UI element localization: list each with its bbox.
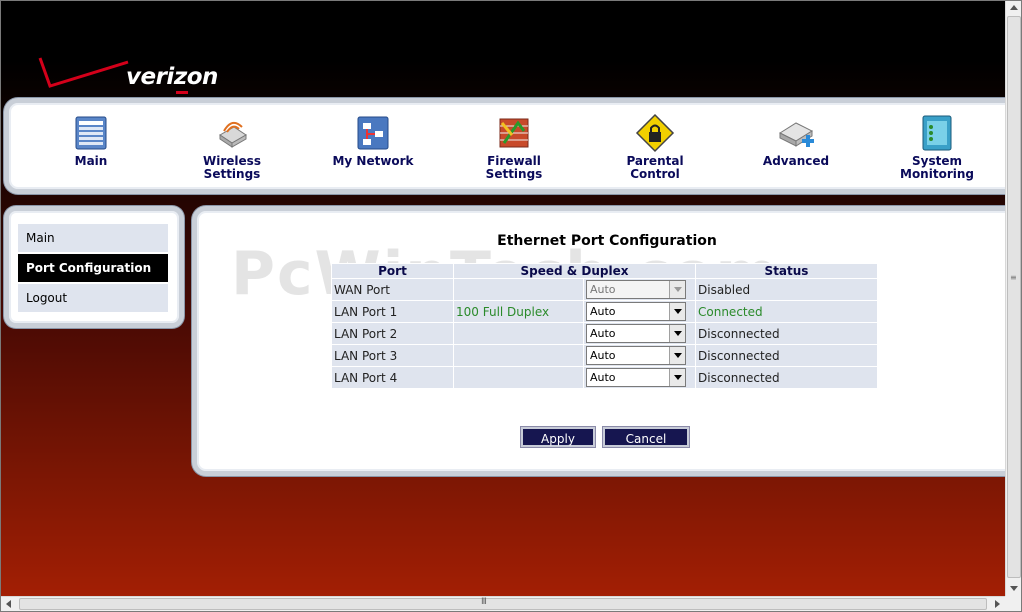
nav-parental-control[interactable]: Parental Control xyxy=(595,113,715,181)
nav-firewall-settings[interactable]: Firewall Settings xyxy=(454,113,574,181)
page-title: Ethernet Port Configuration xyxy=(497,233,717,249)
port-name: LAN Port 4 xyxy=(331,366,454,389)
chevron-down-icon xyxy=(669,281,685,298)
table-row: LAN Port 3 Auto Disconnected xyxy=(331,344,878,367)
scroll-right-icon[interactable] xyxy=(989,597,1005,612)
apply-button[interactable]: Apply xyxy=(521,427,595,447)
scroll-down-icon[interactable] xyxy=(1006,580,1022,596)
vertical-scrollbar[interactable]: ≡ xyxy=(1005,0,1022,596)
firewall-icon xyxy=(499,118,529,148)
horizontal-scrollbar[interactable]: III xyxy=(1,596,1005,611)
scroll-left-icon[interactable] xyxy=(1,597,17,612)
port-table: Port Speed & Duplex Status WAN Port Auto… xyxy=(331,263,878,389)
sidebar-item-main[interactable]: Main xyxy=(18,224,168,252)
wireless-icon xyxy=(219,121,247,148)
chevron-down-icon xyxy=(669,347,685,364)
port-status: Disconnected xyxy=(695,366,878,389)
scroll-grip-icon: ≡ xyxy=(1010,273,1017,282)
table-row: LAN Port 4 Auto Disconnected xyxy=(331,366,878,389)
vertical-scroll-thumb[interactable] xyxy=(1007,16,1021,578)
network-icon xyxy=(357,116,389,150)
monitor-icon xyxy=(922,115,952,151)
column-header-speed-duplex: Speed & Duplex xyxy=(453,263,696,279)
port-speed xyxy=(453,322,584,345)
column-header-port: Port xyxy=(331,263,454,279)
port-name: WAN Port xyxy=(331,278,454,301)
scrollbar-corner xyxy=(1005,596,1021,611)
top-nav: Main Wireless Settings My Network Firewa… xyxy=(4,98,1022,194)
horizontal-scroll-thumb[interactable] xyxy=(19,598,987,610)
table-row: LAN Port 2 Auto Disconnected xyxy=(331,322,878,345)
port-status: Connected xyxy=(695,300,878,323)
sidebar-item-port-configuration[interactable]: Port Configuration xyxy=(18,254,168,282)
table-row: LAN Port 1 100 Full Duplex Auto Connecte… xyxy=(331,300,878,323)
parental-lock-icon xyxy=(635,113,675,153)
scroll-grip-icon: III xyxy=(481,597,487,607)
nav-main[interactable]: Main xyxy=(31,113,151,168)
duplex-select[interactable]: Auto xyxy=(586,346,686,365)
nav-advanced[interactable]: Advanced xyxy=(736,113,856,168)
verizon-logo: verizon xyxy=(36,52,236,98)
port-status: Disabled xyxy=(695,278,878,301)
chevron-down-icon xyxy=(669,303,685,320)
duplex-select[interactable]: Auto xyxy=(586,368,686,387)
port-status: Disconnected xyxy=(695,344,878,367)
port-name: LAN Port 3 xyxy=(331,344,454,367)
port-speed xyxy=(453,278,584,301)
column-header-status: Status xyxy=(695,263,878,279)
scroll-up-icon[interactable] xyxy=(1006,0,1022,16)
chevron-down-icon xyxy=(669,325,685,342)
duplex-select[interactable]: Auto xyxy=(586,324,686,343)
sidebar-item-logout[interactable]: Logout xyxy=(18,284,168,312)
nav-wireless-settings[interactable]: Wireless Settings xyxy=(172,113,292,181)
port-name: LAN Port 1 xyxy=(331,300,454,323)
main-panel: PcWinTech.com Ethernet Port Configuratio… xyxy=(192,206,1022,476)
duplex-select: Auto xyxy=(586,280,686,299)
duplex-select[interactable]: Auto xyxy=(586,302,686,321)
chevron-down-icon xyxy=(669,369,685,386)
port-speed xyxy=(453,344,584,367)
advanced-icon xyxy=(778,122,814,147)
cancel-button[interactable]: Cancel xyxy=(603,427,689,447)
port-name: LAN Port 2 xyxy=(331,322,454,345)
verizon-check-icon xyxy=(38,57,129,88)
port-speed xyxy=(453,366,584,389)
sidebar: Main Port Configuration Logout xyxy=(4,206,184,328)
nav-my-network[interactable]: My Network xyxy=(313,113,433,168)
port-speed: 100 Full Duplex xyxy=(453,300,584,323)
nav-system-monitoring[interactable]: System Monitoring xyxy=(877,113,997,181)
table-row: WAN Port Auto Disabled xyxy=(331,278,878,301)
port-status: Disconnected xyxy=(695,322,878,345)
main-icon xyxy=(75,116,107,150)
